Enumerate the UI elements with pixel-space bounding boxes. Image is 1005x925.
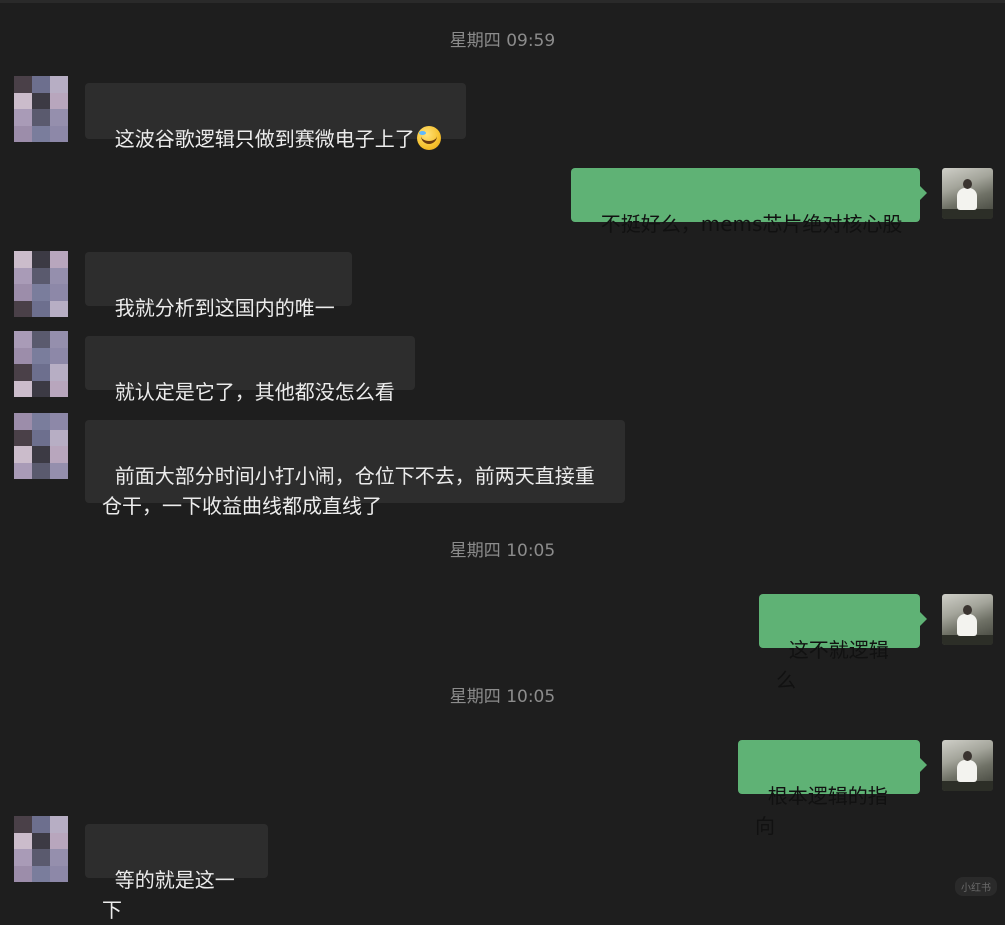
avatar-mosaic-cell [50,429,68,446]
avatar-mosaic-cell [14,125,32,142]
avatar-mosaic-cell [50,125,68,142]
message-text: 不挺好么，mems芯片绝对核心股 [600,212,903,236]
avatar-mosaic-cell [50,251,68,268]
avatar-photo-figure [957,760,977,782]
avatar-photo-figure [957,188,977,210]
message-bubble-outgoing[interactable]: 这不就逻辑么 [759,594,927,692]
avatar-mosaic-cell [50,92,68,109]
avatar-mosaic-cell [32,109,50,126]
avatar-mosaic-cell [32,364,50,381]
avatar-mosaic-cell [50,446,68,463]
avatar-mosaic-cell [32,284,50,301]
timestamp: 星期四 10:05 [449,541,556,561]
message-text: 我就分析到这国内的唯一 [114,296,335,320]
message-bubble-outgoing[interactable]: 根本逻辑的指向 [738,740,927,838]
avatar-mosaic-cell [32,816,50,833]
window-top-border [0,0,1005,3]
self-avatar[interactable] [942,740,993,791]
avatar-mosaic-cell [14,347,32,364]
self-avatar[interactable] [942,594,993,645]
avatar-mosaic-cell [32,446,50,463]
avatar-mosaic-cell [50,413,68,430]
message-bubble-incoming[interactable]: 我就分析到这国内的唯一 [85,252,352,320]
avatar-mosaic-cell [50,284,68,301]
avatar-mosaic-cell [32,300,50,317]
laughing-crying-emoji-icon [416,126,441,150]
avatar-mosaic-cell [50,380,68,397]
self-avatar[interactable] [942,168,993,219]
avatar-mosaic-cell [14,364,32,381]
avatar-mosaic-cell [32,462,50,479]
avatar-mosaic-cell [50,76,68,93]
avatar-mosaic-cell [32,413,50,430]
avatar-mosaic-cell [32,865,50,882]
avatar-mosaic-cell [32,380,50,397]
timestamp: 星期四 09:59 [449,31,556,51]
avatar-mosaic-cell [32,76,50,93]
contact-avatar[interactable] [14,251,68,317]
avatar-photo-head [963,605,972,615]
avatar-photo-ground [942,781,993,791]
timestamp: 星期四 10:05 [449,687,556,707]
avatar-photo-figure [957,614,977,636]
avatar-photo-head [963,179,972,189]
avatar-mosaic-cell [14,429,32,446]
avatar-mosaic-cell [32,125,50,142]
avatar-mosaic-cell [14,462,32,479]
avatar-mosaic-cell [14,849,32,866]
message-text: 就认定是它了，其他都没怎么看 [114,380,395,404]
avatar-mosaic-cell [50,331,68,348]
avatar-mosaic-cell [14,76,32,93]
avatar-photo-ground [942,209,993,219]
message-bubble-incoming[interactable]: 前面大部分时间小打小闹，仓位下不去，前两天直接重 仓干，一下收益曲线都成直线了 [85,420,625,518]
avatar-mosaic-cell [14,865,32,882]
message-bubble-incoming[interactable]: 这波谷歌逻辑只做到赛微电子上了 [85,83,466,151]
message-text: 这不就逻辑么 [776,638,889,692]
message-text: 前面大部分时间小打小闹，仓位下不去，前两天直接重 仓干，一下收益曲线都成直线了 [102,464,595,518]
avatar-mosaic-cell [50,832,68,849]
contact-avatar[interactable] [14,413,68,479]
avatar-mosaic-cell [14,267,32,284]
avatar-mosaic-cell [14,109,32,126]
avatar-mosaic-cell [14,816,32,833]
avatar-mosaic-cell [14,284,32,301]
avatar-mosaic-cell [32,429,50,446]
avatar-mosaic-cell [32,832,50,849]
avatar-mosaic-cell [32,331,50,348]
avatar-mosaic-cell [50,816,68,833]
message-text: 这波谷歌逻辑只做到赛微电子上了 [114,127,415,151]
avatar-mosaic-cell [14,413,32,430]
contact-avatar[interactable] [14,331,68,397]
avatar-mosaic-cell [14,331,32,348]
contact-avatar[interactable] [14,76,68,142]
contact-avatar[interactable] [14,816,68,882]
avatar-photo-head [963,751,972,761]
avatar-mosaic-cell [14,251,32,268]
avatar-mosaic-cell [14,92,32,109]
avatar-mosaic-cell [14,300,32,317]
avatar-mosaic-cell [50,109,68,126]
avatar-mosaic-cell [14,380,32,397]
avatar-mosaic-cell [50,849,68,866]
avatar-photo-ground [942,635,993,645]
message-text: 等的就是这一下 [102,868,235,922]
avatar-mosaic-cell [50,300,68,317]
avatar-mosaic-cell [32,347,50,364]
message-text: 根本逻辑的指向 [755,784,888,838]
message-bubble-incoming[interactable]: 等的就是这一下 [85,824,268,922]
watermark-logo: 小红书 [955,877,997,896]
avatar-mosaic-cell [32,92,50,109]
avatar-mosaic-cell [50,462,68,479]
message-bubble-outgoing[interactable]: 不挺好么，mems芯片绝对核心股 [571,168,927,236]
message-bubble-incoming[interactable]: 就认定是它了，其他都没怎么看 [85,336,415,404]
avatar-mosaic-cell [50,347,68,364]
avatar-mosaic-cell [32,251,50,268]
avatar-mosaic-cell [32,849,50,866]
avatar-mosaic-cell [50,865,68,882]
avatar-mosaic-cell [14,446,32,463]
avatar-mosaic-cell [32,267,50,284]
avatar-mosaic-cell [14,832,32,849]
avatar-mosaic-cell [50,267,68,284]
avatar-mosaic-cell [50,364,68,381]
